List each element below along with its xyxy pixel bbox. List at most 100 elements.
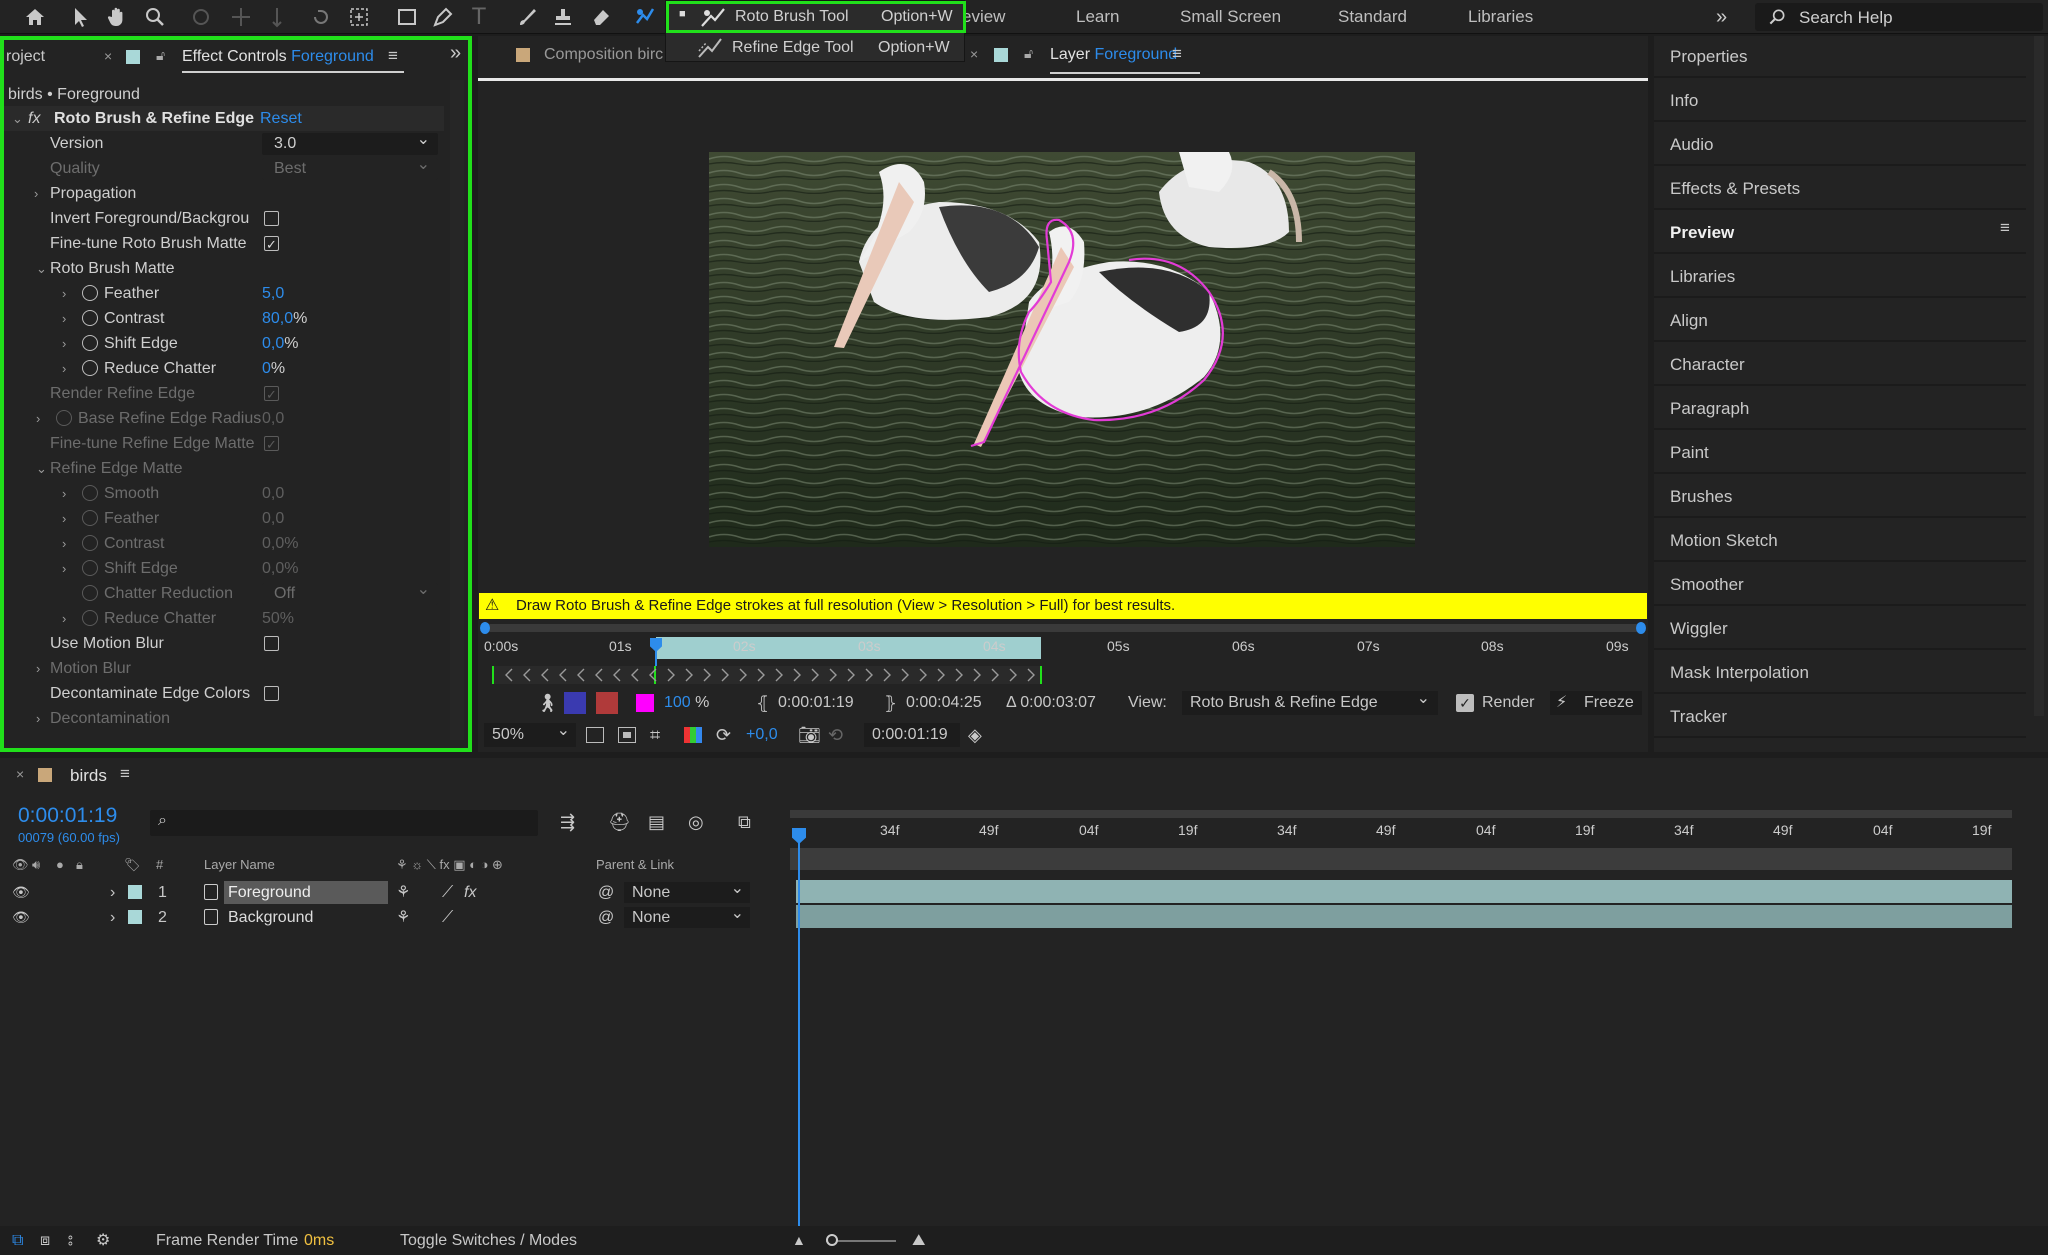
viewer-timecode[interactable]: 0:00:01:19 xyxy=(864,723,960,747)
matte-color-swatch[interactable] xyxy=(636,694,654,712)
version-select[interactable]: 3.0 xyxy=(262,129,438,155)
twirl-open-icon[interactable]: ⌄ xyxy=(36,256,47,281)
layer-1-duration-bar[interactable] xyxy=(796,880,2012,903)
finetune-refine-checkbox[interactable] xyxy=(264,432,279,457)
layer-2-duration-bar[interactable] xyxy=(796,905,2012,928)
viewer-work-area-bar[interactable] xyxy=(482,624,1644,632)
panel-expand-icon[interactable]: » xyxy=(450,42,461,65)
workspace-libraries[interactable]: Libraries xyxy=(1468,0,1533,34)
stopwatch-icon[interactable] xyxy=(82,360,98,376)
shy-switch-icon[interactable]: ⚘ xyxy=(396,905,410,930)
selection-tool-icon[interactable] xyxy=(66,2,96,32)
layer-name-field[interactable]: Background xyxy=(228,905,313,930)
rotate-tool-icon[interactable] xyxy=(306,2,336,32)
panel-menu-icon[interactable]: ≡ xyxy=(388,46,398,66)
chatter-reduction-select[interactable]: Off xyxy=(262,579,438,605)
layer-label-color[interactable] xyxy=(128,910,142,924)
panel-menu-icon[interactable]: ≡ xyxy=(120,764,130,784)
twirl-closed-icon[interactable]: › xyxy=(110,905,115,930)
ec-row-motion-blur[interactable]: › Motion Blur xyxy=(4,656,444,681)
layer-row-1[interactable]: 👁︎ › 1 Foreground ⚘ ⟋ fx @ None ⌄ xyxy=(0,880,790,905)
work-area-start-handle[interactable] xyxy=(480,622,490,634)
stopwatch-icon[interactable] xyxy=(82,335,98,351)
exposure-value[interactable]: +0,0 xyxy=(746,720,778,750)
safe-zones-icon[interactable] xyxy=(586,727,604,743)
stopwatch-icon[interactable] xyxy=(82,585,98,601)
video-eye-icon[interactable]: 👁︎ xyxy=(12,880,30,905)
pickwhip-icon[interactable]: @ xyxy=(598,880,614,905)
twirl-closed-icon[interactable]: › xyxy=(62,606,66,631)
orbit-tool-icon[interactable] xyxy=(186,2,216,32)
panel-paint[interactable]: Paint xyxy=(1654,432,2026,474)
zoom-in-icon[interactable]: ⛰︎ xyxy=(912,1226,925,1255)
region-of-interest-icon[interactable]: ⌗ xyxy=(650,720,660,750)
zoom-slider-thumb[interactable] xyxy=(826,1234,838,1246)
frame-blending-icon[interactable]: ◎ xyxy=(688,812,704,833)
panel-properties[interactable]: Properties xyxy=(1654,36,2026,78)
video-eye-icon[interactable]: 👁︎ xyxy=(12,905,30,930)
eraser-tool-icon[interactable] xyxy=(586,2,616,32)
zoom-select[interactable]: 50% ⌄ xyxy=(484,722,576,747)
shift-edge-value[interactable]: 0,0% xyxy=(262,331,298,356)
show-snapshot-icon[interactable]: ⟲ xyxy=(828,720,843,750)
panel-paragraph[interactable]: Paragraph xyxy=(1654,388,2026,430)
use-motion-blur-checkbox[interactable] xyxy=(264,636,279,651)
tab-composition[interactable]: Composition birc xyxy=(544,46,663,64)
twirl-closed-icon[interactable]: › xyxy=(34,181,38,206)
channel-icon[interactable] xyxy=(684,727,702,743)
pen-tool-icon[interactable] xyxy=(428,2,458,32)
lock-icon[interactable]: 🔓︎ xyxy=(1024,45,1033,62)
toggle-switches-button[interactable]: Toggle Switches / Modes xyxy=(400,1226,577,1255)
ec-reset-link[interactable]: Reset xyxy=(260,106,302,131)
roto-brush-tool-icon[interactable] xyxy=(630,2,660,32)
panel-effects-presets[interactable]: Effects & Presets xyxy=(1654,168,2026,210)
layer-name-field[interactable]: Foreground xyxy=(224,881,388,904)
out-time[interactable]: 0:00:04:25 xyxy=(906,688,982,718)
zoom-tool-icon[interactable] xyxy=(140,2,170,32)
panel-mask-interpolation[interactable]: Mask Interpolation xyxy=(1654,652,2026,694)
refine-edge-tool-item[interactable]: Refine Edge Tool Option+W xyxy=(666,33,966,63)
parent-select[interactable]: None ⌄ xyxy=(624,905,750,928)
ec-row-propagation[interactable]: › Propagation xyxy=(4,181,444,206)
panel-brushes[interactable]: Brushes xyxy=(1654,476,2026,518)
timeline-timecode[interactable]: 0:00:01:19 xyxy=(18,804,117,828)
type-tool-icon[interactable]: T xyxy=(464,2,494,32)
tab-close-icon[interactable]: × xyxy=(104,48,112,64)
lock-toggle-icon[interactable]: 🔒︎ xyxy=(76,854,83,876)
hand-tool-icon[interactable] xyxy=(102,2,132,32)
panel-tracker[interactable]: Tracker xyxy=(1654,696,2026,738)
dolly-tool-icon[interactable] xyxy=(262,2,292,32)
refine-reduce-chatter-value[interactable]: 50% xyxy=(262,606,294,631)
twirl-closed-icon[interactable]: › xyxy=(62,356,66,381)
quality-select[interactable]: Best xyxy=(262,154,438,180)
layer-preview-image[interactable] xyxy=(709,152,1415,547)
stopwatch-icon[interactable] xyxy=(82,535,98,551)
graph-editor-icon[interactable]: ⧉ xyxy=(738,812,751,833)
quality-switch-icon[interactable]: ⟋ xyxy=(442,880,453,905)
twirl-closed-icon[interactable]: › xyxy=(62,306,66,331)
add-stroke-icon[interactable] xyxy=(564,692,586,714)
preview-menu-icon[interactable]: ≡ xyxy=(2000,218,2010,238)
panel-info[interactable]: Info xyxy=(1654,80,2026,122)
workspace-learn[interactable]: Learn xyxy=(1076,0,1119,34)
refine-feather-value[interactable]: 0,0 xyxy=(262,506,284,531)
workspace-review[interactable]: eview xyxy=(962,0,1005,34)
snapshot-camera-icon[interactable]: 📷︎ xyxy=(798,720,821,750)
tab-layer[interactable]: Layer Foreground xyxy=(1050,46,1177,64)
view-select[interactable]: Roto Brush & Refine Edge ⌄ xyxy=(1182,690,1438,715)
in-point-bracket-icon[interactable]: ⦃ xyxy=(756,688,769,718)
ec-row-decontamination[interactable]: › Decontamination xyxy=(4,706,444,731)
finetune-roto-checkbox[interactable] xyxy=(264,232,279,257)
twirl-closed-icon[interactable]: › xyxy=(62,531,66,556)
timeline-scroll-track[interactable] xyxy=(2018,854,2038,1234)
reset-exposure-icon[interactable]: ⟳ xyxy=(716,720,731,750)
stopwatch-icon[interactable] xyxy=(82,610,98,626)
panel-menu-icon[interactable]: ≡ xyxy=(1172,44,1182,64)
layer-view-options-icon[interactable]: ◈ xyxy=(968,720,982,750)
twirl-closed-icon[interactable]: › xyxy=(36,656,40,681)
refine-contrast-value[interactable]: 0,0% xyxy=(262,531,298,556)
twirl-closed-icon[interactable]: › xyxy=(110,880,115,905)
ec-scrollbar[interactable] xyxy=(450,80,464,740)
refine-shift-value[interactable]: 0,0% xyxy=(262,556,298,581)
panel-libraries[interactable]: Libraries xyxy=(1654,256,2026,298)
